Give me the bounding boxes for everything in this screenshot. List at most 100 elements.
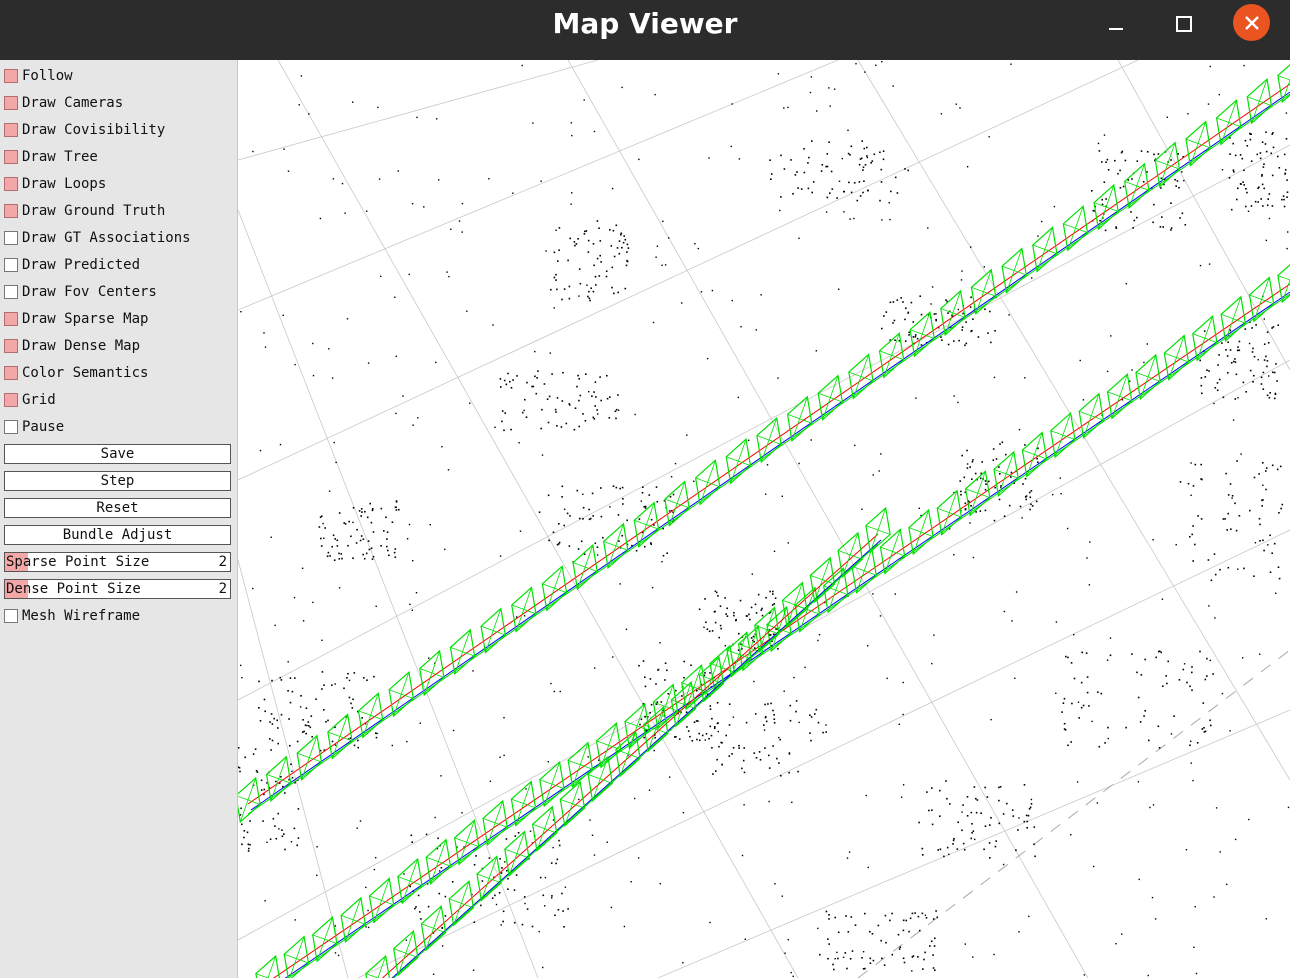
map-point [1263, 318, 1265, 320]
map-point [334, 744, 337, 746]
checkbox-draw-covisibility[interactable]: Draw Covisibility [4, 121, 232, 141]
map-point [1218, 354, 1220, 356]
close-button[interactable] [1233, 4, 1270, 41]
map-point [546, 398, 549, 400]
map-point [367, 926, 370, 929]
checkbox-draw-tree-box[interactable] [4, 150, 18, 164]
map-point [1283, 153, 1286, 156]
checkbox-follow-box[interactable] [4, 69, 18, 83]
checkbox-draw-loops-box[interactable] [4, 177, 18, 191]
map-point [811, 191, 813, 194]
checkbox-color-semantics[interactable]: Color Semantics [4, 364, 232, 384]
map-point [263, 698, 266, 701]
checkbox-color-semantics-box[interactable] [4, 366, 18, 380]
checkbox-draw-gt-associations-box[interactable] [4, 231, 18, 245]
map-point [1230, 362, 1233, 364]
checkbox-draw-dense-map-box[interactable] [4, 339, 18, 353]
map-point [281, 829, 283, 831]
map-point [644, 507, 647, 509]
maximize-button[interactable] [1166, 6, 1202, 42]
map-point [334, 952, 337, 954]
checkbox-draw-loops[interactable]: Draw Loops [4, 175, 232, 195]
checkbox-follow[interactable]: Follow [4, 67, 232, 87]
checkbox-grid-box[interactable] [4, 393, 18, 407]
title-bar[interactable]: Map Viewer [0, 0, 1290, 60]
map-point [365, 926, 367, 928]
map-point [961, 811, 963, 813]
map-point [425, 833, 428, 836]
reset-button[interactable]: Reset [4, 498, 231, 518]
checkbox-draw-ground-truth-box[interactable] [4, 204, 18, 218]
minimize-button[interactable] [1098, 6, 1134, 42]
map-3d-view[interactable] [238, 60, 1290, 978]
checkbox-draw-sparse-map-box[interactable] [4, 312, 18, 326]
map-point [391, 744, 393, 747]
checkbox-draw-covisibility-box[interactable] [4, 123, 18, 137]
map-point [1162, 685, 1164, 687]
checkbox-draw-tree[interactable]: Draw Tree [4, 148, 232, 168]
map-point [1055, 621, 1058, 623]
map-point [1187, 482, 1190, 485]
save-button[interactable]: Save [4, 444, 231, 464]
map-point [507, 372, 509, 375]
checkbox-draw-predicted[interactable]: Draw Predicted [4, 256, 232, 276]
map-point [999, 786, 1002, 788]
map-point [370, 547, 373, 550]
map-point [1105, 198, 1107, 200]
map-point [709, 725, 712, 728]
checkbox-label: Grid [22, 392, 56, 408]
map-point [277, 742, 279, 745]
map-point [551, 897, 553, 899]
map-point [970, 296, 972, 299]
map-point [902, 784, 905, 786]
map-point [298, 104, 300, 106]
checkbox-draw-ground-truth[interactable]: Draw Ground Truth [4, 202, 232, 222]
map-point [797, 770, 799, 773]
map-point [902, 301, 904, 303]
map-point [1024, 444, 1026, 446]
map-point [554, 408, 557, 411]
dense-point-size-slider[interactable]: Dense Point Size 2 [4, 579, 231, 599]
sparse-point-size-slider[interactable]: Sparse Point Size 2 [4, 552, 231, 572]
checkbox-draw-cameras[interactable]: Draw Cameras [4, 94, 232, 114]
checkbox-pause-box[interactable] [4, 420, 18, 434]
map-point [892, 322, 894, 324]
checkbox-grid[interactable]: Grid [4, 391, 232, 411]
map-point [752, 635, 755, 638]
map-point [843, 190, 845, 193]
maximize-icon [1176, 16, 1192, 32]
map-point [810, 739, 812, 742]
map-point [1276, 380, 1278, 382]
bundle-adjust-button[interactable]: Bundle Adjust [4, 525, 231, 545]
checkbox-draw-dense-map[interactable]: Draw Dense Map [4, 337, 232, 357]
map-point [770, 178, 772, 180]
map-point [681, 302, 683, 304]
map-point [1231, 497, 1233, 499]
checkbox-draw-fov-centers[interactable]: Draw Fov Centers [4, 283, 232, 303]
map-point [584, 420, 587, 422]
map-point [271, 739, 274, 742]
map-point [1017, 829, 1019, 831]
map-point [348, 696, 351, 699]
map-point [466, 310, 468, 312]
map-point [500, 386, 502, 388]
checkbox-mesh-wireframe[interactable]: Mesh Wireframe [4, 607, 232, 627]
map-point [403, 873, 405, 875]
map-point [1226, 883, 1228, 886]
map-point [1101, 198, 1103, 201]
checkbox-mesh-wireframe-box[interactable] [4, 609, 18, 623]
checkbox-draw-gt-associations[interactable]: Draw GT Associations [4, 229, 232, 249]
checkbox-pause[interactable]: Pause [4, 418, 232, 438]
checkbox-draw-sparse-map[interactable]: Draw Sparse Map [4, 310, 232, 330]
checkbox-label: Draw Loops [22, 176, 107, 192]
checkbox-draw-predicted-box[interactable] [4, 258, 18, 272]
checkbox-draw-fov-centers-box[interactable] [4, 285, 18, 299]
map-point [850, 145, 853, 148]
checkbox-draw-cameras-box[interactable] [4, 96, 18, 110]
map-point [833, 968, 835, 971]
map-point [819, 953, 821, 956]
step-button[interactable]: Step [4, 471, 231, 491]
map-point [907, 169, 909, 172]
map-point [650, 518, 653, 521]
map-point [255, 769, 258, 772]
